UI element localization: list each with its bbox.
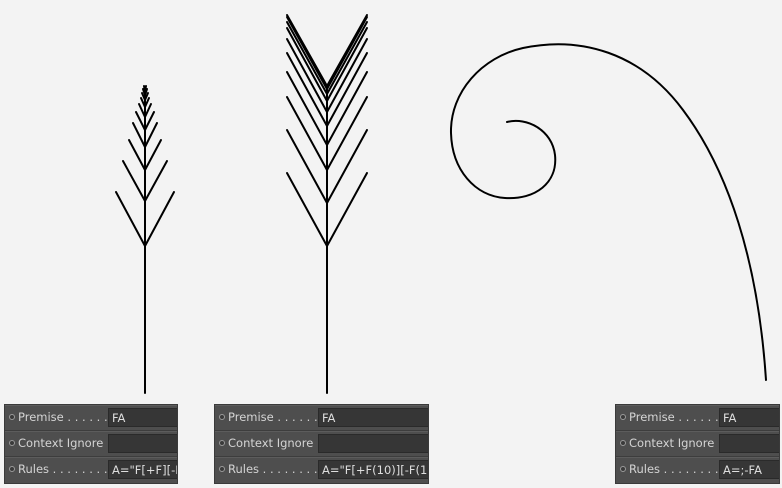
rules-row: Rules . . . . . . . . . . A=;-FA (616, 457, 779, 482)
tree-branch (286, 172, 328, 247)
rules-row: Rules . . . . . . . . . . A="F[+F][-F]A (5, 457, 177, 482)
context-ignore-field[interactable] (719, 434, 779, 453)
attributes-panel-1: Premise . . . . . . . . FA Context Ignor… (4, 404, 178, 484)
animate-dot-icon[interactable] (620, 440, 626, 446)
tree-branch (326, 16, 368, 90)
rules-field[interactable]: A="F[+F(10)][-F(10)]A (318, 460, 428, 479)
rules-label: Rules . . . . . . . . . . (18, 462, 123, 476)
premise-label: Premise . . . . . . . . (18, 410, 123, 424)
rules-field[interactable]: A="F[+F][-F]A (108, 460, 177, 479)
context-ignore-row: Context Ignore . (215, 431, 428, 457)
tree-branch (286, 129, 328, 204)
tree-branch (144, 160, 168, 202)
context-ignore-label: Context Ignore . (629, 436, 722, 450)
animate-dot-icon[interactable] (9, 440, 15, 446)
attributes-panel-2: Premise . . . . . . . . FA Context Ignor… (214, 404, 429, 484)
animate-dot-icon[interactable] (219, 414, 225, 420)
tree-branch (326, 129, 368, 204)
animate-dot-icon[interactable] (219, 440, 225, 446)
context-ignore-row: Context Ignore . (5, 431, 177, 457)
premise-row: Premise . . . . . . . . FA (5, 405, 177, 431)
attributes-panel-3: Premise . . . . . . . . FA Context Ignor… (615, 404, 780, 484)
premise-label: Premise . . . . . . . . (228, 410, 333, 424)
rules-label: Rules . . . . . . . . . . (629, 462, 734, 476)
tree-branch (144, 85, 147, 92)
lsystem-spiral (449, 43, 767, 381)
premise-label: Premise . . . . . . . . (629, 410, 734, 424)
tree-branch (128, 139, 146, 171)
rules-field[interactable]: A=;-FA (719, 460, 779, 479)
tree-branch (144, 191, 175, 247)
tree-branch (326, 172, 368, 247)
premise-field[interactable]: FA (719, 408, 779, 427)
tree-branch (286, 16, 328, 90)
context-ignore-label: Context Ignore . (18, 436, 111, 450)
premise-row: Premise . . . . . . . . FA (616, 405, 779, 431)
context-ignore-label: Context Ignore . (228, 436, 321, 450)
context-ignore-field[interactable] (318, 434, 428, 453)
animate-dot-icon[interactable] (620, 466, 626, 472)
context-ignore-field[interactable] (108, 434, 177, 453)
lsystem-tree-small (115, 85, 175, 394)
tree-branch (122, 160, 146, 202)
rules-label: Rules . . . . . . . . . . (228, 462, 333, 476)
animate-dot-icon[interactable] (219, 466, 225, 472)
animate-dot-icon[interactable] (9, 466, 15, 472)
premise-row: Premise . . . . . . . . FA (215, 405, 428, 431)
context-ignore-row: Context Ignore . (616, 431, 779, 457)
tree-branch (115, 191, 146, 247)
premise-field[interactable]: FA (318, 408, 428, 427)
animate-dot-icon[interactable] (9, 414, 15, 420)
tree-branch (144, 139, 162, 171)
premise-field[interactable]: FA (108, 408, 177, 427)
lsystem-tree-large (286, 14, 368, 394)
rules-row: Rules . . . . . . . . . . A="F[+F(10)][-… (215, 457, 428, 482)
animate-dot-icon[interactable] (620, 414, 626, 420)
